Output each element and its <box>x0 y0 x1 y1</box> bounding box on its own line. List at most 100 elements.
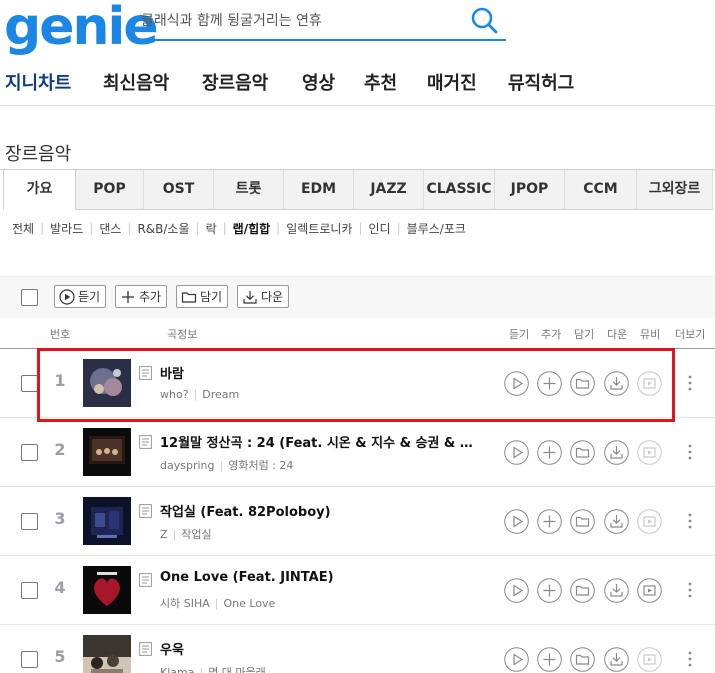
subgenre-rnb[interactable]: R&B/소울 <box>137 220 189 237</box>
search-input[interactable] <box>140 4 460 36</box>
nav-latest[interactable]: 최신음악 <box>103 69 169 95</box>
song-info-icon[interactable] <box>139 573 152 587</box>
song-row[interactable]: 1 바람 who? | Dream <box>0 349 715 418</box>
song-album[interactable]: One Love <box>223 597 275 610</box>
music-video-icon[interactable] <box>636 509 662 534</box>
song-title[interactable]: One Love (Feat. JINTAE) <box>160 570 478 585</box>
tab-jpop[interactable]: JPOP <box>495 170 565 210</box>
listen-selected-button[interactable]: 듣기 <box>54 285 107 308</box>
album-cover[interactable] <box>83 497 131 545</box>
more-options-icon[interactable] <box>685 442 695 462</box>
song-album[interactable]: 명 대 마을래 <box>208 666 266 673</box>
select-all-checkbox[interactable] <box>21 289 38 306</box>
play-song-icon[interactable] <box>504 371 529 396</box>
song-info-icon[interactable] <box>139 642 152 656</box>
song-artist[interactable]: 시하 SIHA <box>160 597 210 610</box>
song-checkbox[interactable] <box>21 444 38 461</box>
tab-etc[interactable]: 그외장르 <box>637 170 713 210</box>
tab-classic[interactable]: CLASSIC <box>424 170 495 210</box>
save-song-icon[interactable] <box>570 509 596 534</box>
song-title[interactable]: 바람 <box>160 363 478 382</box>
song-title[interactable]: 작업실 (Feat. 82Poloboy) <box>160 501 478 520</box>
more-options-icon[interactable] <box>685 649 695 669</box>
song-row[interactable]: 2 12월말 정산곡 : 24 (Feat. 시온 & 지수 & 승권 & 기태 … <box>0 418 715 487</box>
album-cover[interactable] <box>83 428 131 476</box>
song-row[interactable]: 3 작업실 (Feat. 82Poloboy) Z | 작업실 <box>0 487 715 556</box>
song-checkbox[interactable] <box>21 582 38 599</box>
download-song-icon[interactable] <box>603 440 629 465</box>
song-album[interactable]: 작업실 <box>181 528 211 541</box>
save-song-icon[interactable] <box>570 371 596 396</box>
add-song-icon[interactable] <box>537 647 562 672</box>
tab-edm[interactable]: EDM <box>284 170 354 210</box>
song-artist[interactable]: who? <box>160 388 189 401</box>
play-song-icon[interactable] <box>504 509 529 534</box>
song-title[interactable]: 12월말 정산곡 : 24 (Feat. 시온 & 지수 & 승권 & 기태 &… <box>160 432 478 451</box>
add-song-icon[interactable] <box>537 578 562 603</box>
music-video-icon[interactable] <box>636 647 662 672</box>
nav-chart[interactable]: 지니차트 <box>5 69 71 95</box>
add-song-icon[interactable] <box>537 509 562 534</box>
song-checkbox[interactable] <box>21 651 38 668</box>
download-song-icon[interactable] <box>603 509 629 534</box>
download-song-icon[interactable] <box>603 647 629 672</box>
subgenre-rock[interactable]: 락 <box>206 220 217 237</box>
add-song-icon[interactable] <box>537 371 562 396</box>
download-song-icon[interactable] <box>603 371 629 396</box>
album-cover[interactable] <box>83 359 131 407</box>
tab-ccm[interactable]: CCM <box>565 170 637 210</box>
subgenre-hiphop[interactable]: 랩/힙합 <box>233 220 271 237</box>
more-options-icon[interactable] <box>685 373 695 393</box>
song-info-icon[interactable] <box>139 435 152 449</box>
play-song-icon[interactable] <box>504 440 529 465</box>
save-song-icon[interactable] <box>570 440 596 465</box>
song-album[interactable]: 영화처럼 : 24 <box>228 459 293 472</box>
add-song-icon[interactable] <box>537 440 562 465</box>
song-info-icon[interactable] <box>139 366 152 380</box>
tab-kpop[interactable]: 가요 <box>3 170 76 210</box>
song-row[interactable]: 4 One Love (Feat. JINTAE) 시하 SIHA | One Love <box>0 556 715 625</box>
music-video-icon[interactable] <box>636 440 662 465</box>
play-song-icon[interactable] <box>504 578 529 603</box>
subgenre-ballad[interactable]: 발라드 <box>50 220 83 237</box>
download-song-icon[interactable] <box>603 578 629 603</box>
nav-video[interactable]: 영상 <box>302 69 335 95</box>
song-artist[interactable]: Z <box>160 528 168 541</box>
music-video-icon[interactable] <box>636 578 662 603</box>
tab-ost[interactable]: OST <box>144 170 214 210</box>
album-cover[interactable] <box>83 566 131 614</box>
subgenre-electronica[interactable]: 일렉트로니카 <box>286 220 352 237</box>
add-selected-button[interactable]: 추가 <box>115 285 168 308</box>
music-video-icon[interactable] <box>636 371 662 396</box>
nav-genre[interactable]: 장르음악 <box>202 69 268 95</box>
song-artist[interactable]: dayspring <box>160 459 214 472</box>
nav-musichug[interactable]: 뮤직허그 <box>508 69 574 95</box>
song-album[interactable]: Dream <box>202 388 239 401</box>
play-song-icon[interactable] <box>504 647 529 672</box>
album-cover[interactable] <box>83 635 131 673</box>
subgenre-dance[interactable]: 댄스 <box>99 220 121 237</box>
search-icon[interactable] <box>470 6 498 34</box>
song-checkbox[interactable] <box>21 513 38 530</box>
nav-magazine[interactable]: 매거진 <box>427 69 477 95</box>
nav-recommend[interactable]: 추천 <box>364 69 397 95</box>
subgenre-all[interactable]: 전체 <box>12 220 34 237</box>
save-label: 담기 <box>200 290 223 304</box>
save-song-icon[interactable] <box>570 647 596 672</box>
more-options-icon[interactable] <box>685 511 695 531</box>
song-title[interactable]: 우욱 <box>160 639 478 658</box>
subgenre-blues-folk[interactable]: 블루스/포크 <box>407 220 466 237</box>
subgenre-indie[interactable]: 인디 <box>369 220 391 237</box>
tab-jazz[interactable]: JAZZ <box>354 170 424 210</box>
song-row[interactable]: 5 우욱 Klama | 명 대 마을래 <box>0 625 715 673</box>
genie-logo[interactable]: genie <box>4 0 159 54</box>
song-artist[interactable]: Klama <box>160 666 194 673</box>
song-info-icon[interactable] <box>139 504 152 518</box>
download-selected-button[interactable]: 다운 <box>237 285 290 308</box>
tab-trot[interactable]: 트롯 <box>214 170 284 210</box>
save-selected-button[interactable]: 담기 <box>176 285 229 308</box>
more-options-icon[interactable] <box>685 580 695 600</box>
tab-pop[interactable]: POP <box>76 170 144 210</box>
save-song-icon[interactable] <box>570 578 596 603</box>
song-checkbox[interactable] <box>21 375 38 392</box>
